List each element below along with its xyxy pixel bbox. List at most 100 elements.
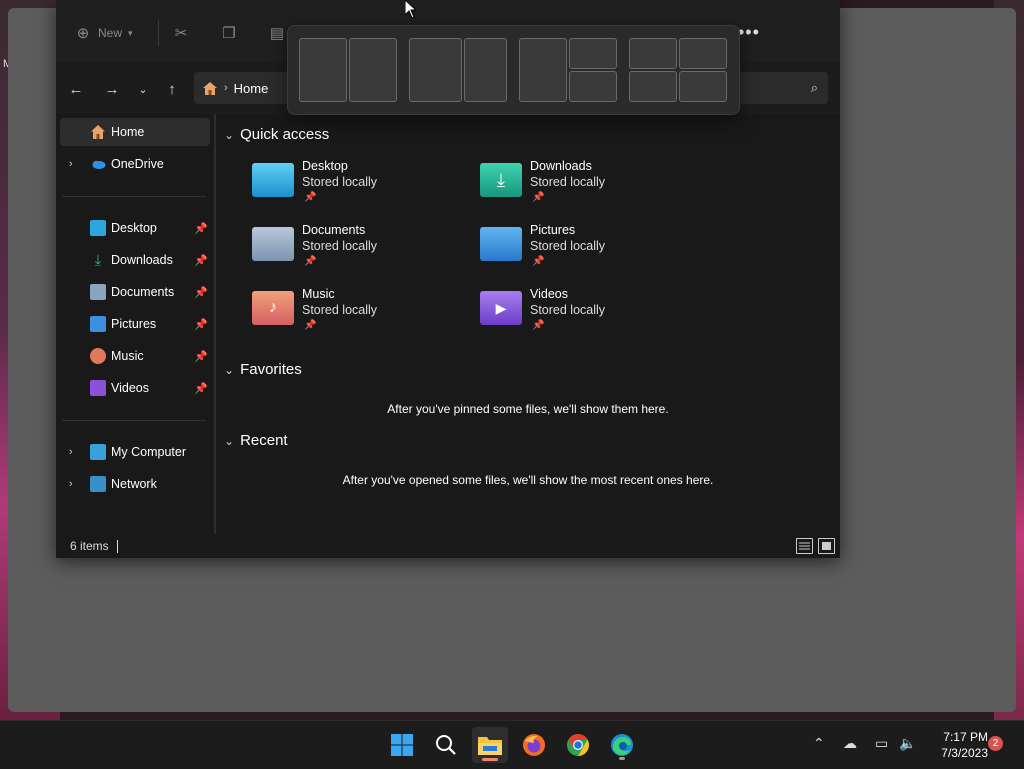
taskbar-search-button[interactable] (428, 727, 464, 763)
start-button[interactable] (384, 727, 420, 763)
snap-layout-1-left[interactable] (299, 38, 347, 102)
section-recent[interactable]: ⌄ Recent (224, 432, 288, 449)
item-status: Stored locally (302, 175, 378, 189)
back-button[interactable]: ← (66, 79, 86, 99)
clock-time: 7:17 PM (943, 730, 988, 744)
section-favorites[interactable]: ⌄ Favorites (224, 361, 302, 378)
snap-layout-2-right[interactable] (464, 38, 507, 102)
downloads-folder-icon: ⤓ (480, 163, 522, 197)
item-status: Stored locally (302, 303, 378, 317)
nav-item-my-computer[interactable]: › My Computer (60, 438, 210, 466)
snap-layout-4-top-left[interactable] (629, 38, 677, 69)
quick-access-downloads[interactable]: ⤓ Downloads Stored locally 📌 (480, 159, 680, 213)
volume-icon[interactable]: 🔈 (899, 735, 916, 752)
see-more-button[interactable]: ••• (738, 22, 760, 43)
search-icon (436, 735, 456, 755)
address-input[interactable]: › Home (194, 72, 297, 104)
picture-icon (90, 316, 106, 332)
notification-badge[interactable]: 2 (988, 736, 1003, 751)
search-input[interactable]: ⌕ (738, 72, 828, 104)
nav-item-label: Documents (111, 285, 175, 299)
up-button[interactable]: ↑ (162, 79, 182, 99)
computer-icon (90, 444, 106, 460)
cloud-offline-icon[interactable]: ☁ (843, 735, 857, 752)
chevron-right-icon[interactable]: › (69, 478, 73, 490)
section-title: Recent (240, 432, 288, 449)
snap-layout-4-bottom-right[interactable] (679, 71, 727, 102)
new-button[interactable]: ⊕ New ▾ (74, 22, 133, 44)
nav-item-label: Videos (111, 381, 149, 395)
file-explorer-icon (478, 737, 502, 755)
taskbar-chrome[interactable] (560, 727, 596, 763)
item-name: Downloads (530, 159, 592, 173)
system-clock[interactable]: 7:17 PM 7/3/2023 (928, 729, 988, 761)
taskbar: ⌃ ☁ ▭ 🔈 7:17 PM 7/3/2023 2 (0, 720, 1024, 769)
item-name: Pictures (530, 223, 576, 237)
item-count: 6 items (70, 539, 109, 553)
paste-button[interactable]: ▤ (268, 22, 286, 44)
download-arrow-icon: ⤓ (94, 251, 102, 269)
nav-divider (62, 196, 206, 197)
copy-button[interactable]: ❐ (220, 22, 238, 44)
show-hidden-icons-chevron-icon[interactable]: ⌃ (813, 735, 825, 752)
pin-icon: 📌 (194, 382, 208, 395)
quick-access-desktop[interactable]: Desktop Stored locally 📌 (252, 159, 452, 213)
toolbar-separator (158, 20, 159, 46)
breadcrumb-home[interactable]: Home (234, 81, 269, 96)
quick-access-music[interactable]: ♪ Music Stored locally 📌 (252, 287, 452, 341)
nav-divider (62, 420, 206, 421)
pin-icon: 📌 (304, 320, 317, 331)
snap-layout-4-top-right[interactable] (679, 38, 727, 69)
nav-item-desktop[interactable]: Desktop 📌 (60, 214, 210, 242)
details-view-button[interactable] (796, 538, 813, 554)
nav-item-downloads[interactable]: ⤓ Downloads 📌 (60, 246, 210, 274)
running-app-indicator (619, 757, 625, 760)
snap-layout-4-bottom-left[interactable] (629, 71, 677, 102)
nav-item-network[interactable]: › Network (60, 470, 210, 498)
forward-button[interactable]: → (102, 79, 122, 99)
taskbar-firefox[interactable] (516, 727, 552, 763)
pin-icon: 📌 (194, 318, 208, 331)
mouse-cursor-icon (405, 0, 417, 19)
nav-item-label: Network (111, 477, 157, 491)
snap-layout-3-bottom-right[interactable] (569, 71, 617, 102)
document-icon (90, 284, 106, 300)
pin-icon: 📌 (304, 192, 317, 203)
clipboard-icon: ▤ (269, 25, 285, 42)
snap-layouts-flyout (287, 25, 740, 115)
nav-item-documents[interactable]: Documents 📌 (60, 278, 210, 306)
arrow-up-icon: ↑ (168, 80, 176, 98)
item-name: Documents (302, 223, 366, 237)
windows-logo-icon (391, 734, 413, 756)
recent-empty-message: After you've opened some files, we'll sh… (342, 473, 714, 487)
quick-access-documents[interactable]: Documents Stored locally 📌 (252, 223, 452, 277)
snap-layout-1-right[interactable] (349, 38, 397, 102)
nav-item-pictures[interactable]: Pictures 📌 (60, 310, 210, 338)
chevron-right-icon[interactable]: › (69, 446, 73, 458)
nav-item-videos[interactable]: Videos 📌 (60, 374, 210, 402)
cut-button[interactable]: ✂ (172, 22, 190, 44)
section-quick-access[interactable]: ⌄ Quick access (224, 126, 329, 143)
quick-access-videos[interactable]: ▶ Videos Stored locally 📌 (480, 287, 680, 341)
quick-access-pictures[interactable]: Pictures Stored locally 📌 (480, 223, 680, 277)
recent-locations-button[interactable]: ⌄ (133, 79, 153, 99)
item-name: Desktop (302, 159, 348, 173)
taskbar-file-explorer[interactable] (472, 727, 508, 763)
cloud-icon (92, 160, 106, 169)
taskbar-edge[interactable] (604, 727, 640, 763)
nav-item-music[interactable]: Music 📌 (60, 342, 210, 370)
music-icon (90, 348, 106, 364)
nav-item-home[interactable]: Home (60, 118, 210, 146)
edge-icon (611, 734, 633, 756)
large-icons-view-button[interactable] (818, 538, 835, 554)
active-app-indicator (482, 758, 498, 761)
chevron-right-icon[interactable]: › (69, 158, 73, 170)
copy-icon: ❐ (222, 25, 236, 42)
large-icons-view-icon (822, 542, 831, 550)
item-name: Music (302, 287, 335, 301)
snap-layout-3-left[interactable] (519, 38, 567, 102)
snap-layout-3-top-right[interactable] (569, 38, 617, 69)
network-status-icon[interactable]: ▭ (875, 735, 888, 752)
snap-layout-2-left[interactable] (409, 38, 462, 102)
nav-item-onedrive[interactable]: › OneDrive (60, 150, 210, 178)
